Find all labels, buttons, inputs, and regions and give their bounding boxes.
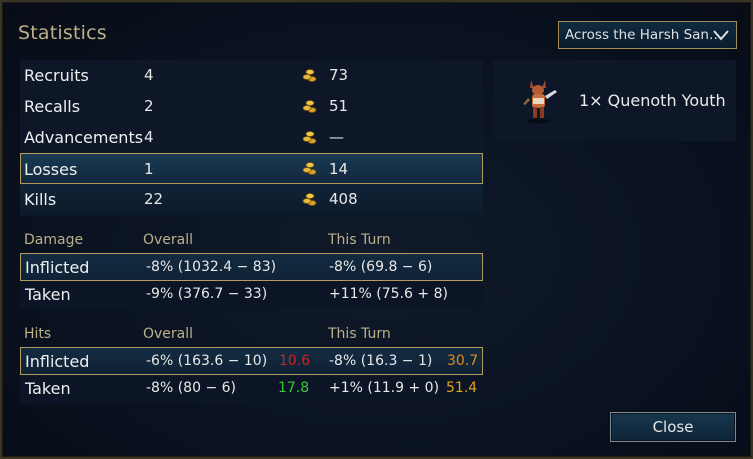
hits-this-turn-value: +1% (11.9 + 0)	[329, 380, 440, 396]
hits-header-overall: Overall	[143, 326, 194, 342]
stat-row-recruits: Recruits 4 73	[20, 60, 483, 91]
hits-header: Hits Overall This Turn	[20, 326, 483, 344]
stat-row-kills: Kills 22 408	[20, 184, 483, 215]
damage-this-turn-value: -8% (69.8 − 6)	[329, 259, 433, 275]
stat-value: 2	[144, 97, 154, 115]
stat-label: Advancements	[24, 128, 144, 147]
hits-overall-value: -6% (163.6 − 10)	[146, 353, 268, 369]
close-button[interactable]: Close	[610, 412, 736, 442]
damage-header-label: Damage	[24, 232, 84, 248]
damage-overall-value: -8% (1032.4 − 83)	[146, 259, 277, 275]
unit-list-panel: 1× Quenoth Youth	[493, 60, 736, 141]
gold-coins-icon	[302, 193, 317, 206]
hits-row-taken: Taken -8% (80 − 6) 17.8 +1% (11.9 + 0) 5…	[20, 375, 483, 403]
hits-this-turn-value: -8% (16.3 − 1)	[329, 353, 433, 369]
stat-cost: 14	[329, 160, 349, 178]
stat-label: Recruits	[24, 66, 89, 85]
gold-coins-icon	[302, 162, 317, 175]
stat-row-recalls: Recalls 2 51	[20, 91, 483, 122]
gold-coins-icon	[302, 100, 317, 113]
stat-value: 4	[144, 66, 154, 84]
stat-row-losses[interactable]: Losses 1 14	[20, 153, 483, 184]
damage-this-turn-value: +11% (75.6 + 8)	[329, 286, 448, 302]
damage-header: Damage Overall This Turn	[20, 232, 483, 250]
stats-panel: Recruits 4 73 Recalls 2 51 Advancements …	[20, 60, 483, 216]
stat-cost: 408	[329, 190, 358, 208]
hits-this-turn-rating: 30.7	[447, 353, 479, 369]
stat-label: Recalls	[24, 97, 81, 116]
stat-label: Kills	[24, 190, 57, 209]
scenario-select[interactable]: Across the Harsh San…	[558, 21, 737, 49]
hits-row-inflicted[interactable]: Inflicted -6% (163.6 − 10) 10.6 -8% (16.…	[20, 347, 483, 375]
hits-overall-rating: 17.8	[278, 380, 310, 396]
hits-overall-value: -8% (80 − 6)	[146, 380, 236, 396]
damage-overall-value: -9% (376.7 − 33)	[146, 286, 268, 302]
unit-entry-label: 1× Quenoth Youth	[579, 91, 726, 110]
gold-coins-icon	[302, 131, 317, 144]
stat-row-advancements: Advancements 4 —	[20, 122, 483, 153]
stat-cost: —	[329, 128, 344, 146]
stat-cost: 73	[329, 66, 349, 84]
row-label: Taken	[25, 285, 71, 304]
stat-cost: 51	[329, 97, 349, 115]
damage-header-overall: Overall	[143, 232, 194, 248]
stat-label: Losses	[24, 160, 78, 179]
quenoth-youth-sprite	[523, 80, 557, 124]
damage-row-taken: Taken -9% (376.7 − 33) +11% (75.6 + 8)	[20, 281, 483, 309]
row-label: Inflicted	[25, 352, 90, 371]
hits-overall-rating: 10.6	[279, 353, 311, 369]
row-label: Inflicted	[25, 258, 90, 277]
gold-coins-icon	[302, 69, 317, 82]
damage-header-this-turn: This Turn	[328, 232, 391, 248]
dialog-title: Statistics	[18, 22, 107, 44]
scenario-select-value: Across the Harsh San…	[565, 27, 723, 43]
statistics-dialog: Statistics Across the Harsh San… Recruit…	[0, 0, 753, 459]
row-label: Taken	[25, 379, 71, 398]
hits-header-this-turn: This Turn	[328, 326, 391, 342]
stat-value: 1	[144, 160, 154, 178]
damage-row-inflicted[interactable]: Inflicted -8% (1032.4 − 83) -8% (69.8 − …	[20, 253, 483, 281]
stat-value: 22	[144, 190, 164, 208]
hits-header-label: Hits	[24, 326, 52, 342]
hits-this-turn-rating: 51.4	[446, 380, 478, 396]
chevron-down-icon	[713, 30, 729, 41]
stat-value: 4	[144, 128, 154, 146]
